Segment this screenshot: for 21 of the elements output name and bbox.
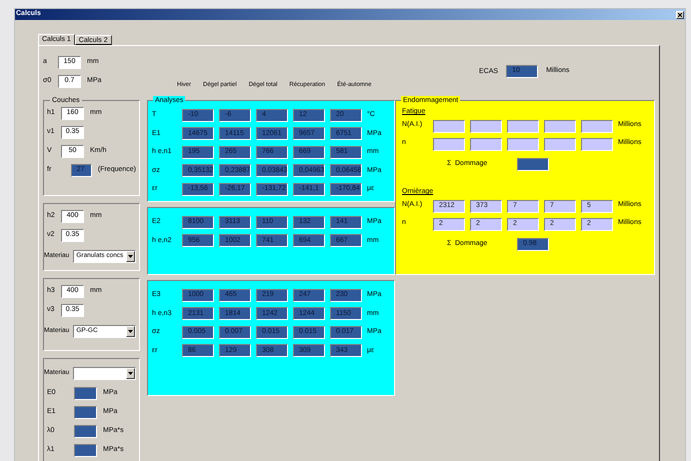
input-field[interactable] xyxy=(581,120,613,133)
input-field[interactable] xyxy=(470,138,502,151)
input-field[interactable] xyxy=(433,120,465,133)
output-field xyxy=(517,158,549,170)
dropdown[interactable] xyxy=(73,366,136,380)
output-field xyxy=(74,406,97,419)
output-field xyxy=(74,444,97,457)
output-field xyxy=(74,425,97,438)
input-field[interactable] xyxy=(507,138,539,151)
input-field[interactable] xyxy=(433,138,465,151)
input-field[interactable] xyxy=(470,120,502,133)
close-icon xyxy=(678,12,682,16)
input-field[interactable] xyxy=(544,138,576,151)
caret-icon xyxy=(126,368,135,378)
close-button[interactable] xyxy=(676,10,684,18)
caret-icon xyxy=(126,326,135,336)
output-field xyxy=(74,387,97,400)
caret-icon xyxy=(126,250,135,262)
input-field[interactable] xyxy=(544,120,576,133)
input-field[interactable] xyxy=(507,120,539,133)
input-field[interactable] xyxy=(581,138,613,151)
